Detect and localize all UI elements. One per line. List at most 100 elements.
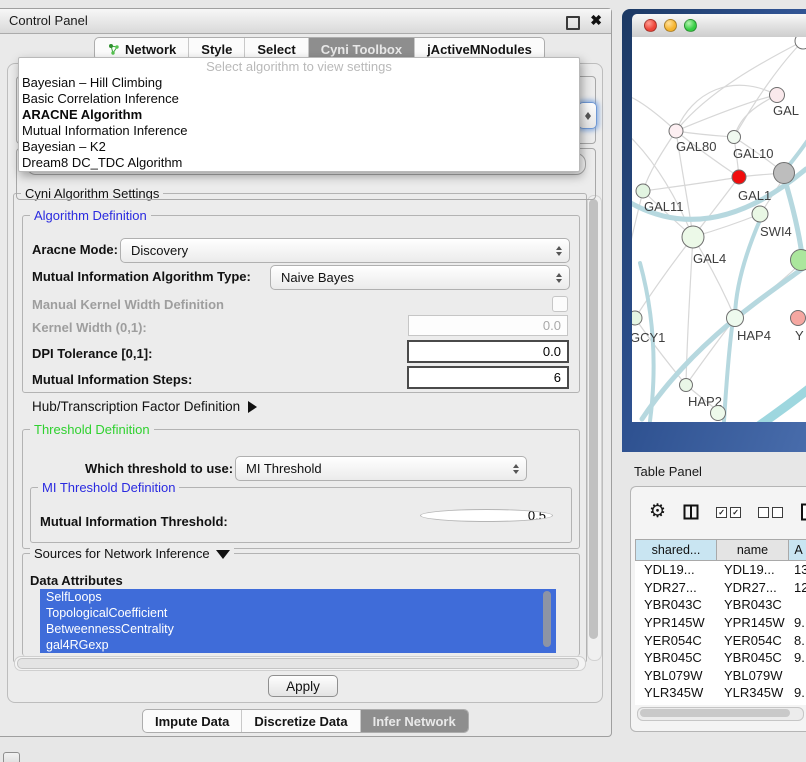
kernel-width-field[interactable]: [408, 315, 568, 336]
table-row[interactable]: YIL052CYIL052C9: [635, 702, 806, 705]
control-panel-title: Control Panel: [9, 13, 88, 28]
settings-vertical-scrollbar[interactable]: [587, 195, 602, 661]
table-row[interactable]: YBL079WYBL079W: [635, 667, 806, 685]
tab-label: Network: [125, 42, 176, 57]
mi-steps-label: Mutual Information Steps:: [32, 372, 192, 387]
table-panel: ⚙ ✓✓ shared... name A YDL19...YDL19...13…: [630, 486, 806, 732]
manual-kernel-width-checkbox[interactable]: [552, 296, 568, 312]
network-node[interactable]: [728, 131, 741, 144]
algorithm-option[interactable]: Dream8 DC_TDC Algorithm: [19, 155, 579, 171]
table-row[interactable]: YBR045CYBR045C9.: [635, 649, 806, 667]
dpi-tolerance-label: DPI Tolerance [0,1]:: [32, 346, 152, 361]
network-node[interactable]: [636, 184, 650, 198]
network-node-label: GCY1: [632, 330, 665, 345]
aracne-mode-label: Aracne Mode:: [32, 242, 118, 257]
network-node[interactable]: [680, 379, 693, 392]
tab-impute-data[interactable]: Impute Data: [143, 710, 242, 732]
split-columns-icon[interactable]: [683, 504, 699, 520]
network-view-window: GALGAL80GAL10GAL1GAL11SWI4GAL4GCY1HAP4YH…: [622, 9, 806, 452]
float-icon[interactable]: [566, 16, 580, 30]
network-node[interactable]: [682, 226, 704, 248]
network-canvas[interactable]: GALGAL80GAL10GAL1GAL11SWI4GAL4GCY1HAP4YH…: [632, 37, 806, 422]
apply-button[interactable]: Apply: [268, 675, 338, 697]
tab-discretize-data[interactable]: Discretize Data: [242, 710, 360, 732]
network-node[interactable]: [669, 124, 683, 138]
column-header-name[interactable]: name: [717, 539, 789, 561]
updown-arrows-icon: [513, 464, 519, 474]
mi-threshold-field[interactable]: [420, 509, 553, 522]
cyni-bottom-tabs: Impute Data Discretize Data Infer Networ…: [142, 709, 469, 733]
network-window-titlebar[interactable]: [632, 14, 806, 38]
tab-infer-network[interactable]: Infer Network: [361, 710, 468, 732]
network-graph: GALGAL80GAL10GAL1GAL11SWI4GAL4GCY1HAP4YH…: [632, 37, 806, 422]
column-header-clipped[interactable]: A: [789, 539, 806, 561]
network-node[interactable]: [791, 311, 806, 326]
network-node[interactable]: [727, 310, 744, 327]
updown-arrows-icon: [556, 273, 562, 283]
table-body: YDL19...YDL19...13YDR27...YDR27...12YBR0…: [635, 561, 806, 705]
attribute-item[interactable]: gal4RGexp: [40, 637, 556, 653]
algorithm-option[interactable]: Bayesian – Hill Climbing: [19, 75, 579, 91]
table-row[interactable]: YBR043CYBR043C: [635, 596, 806, 614]
minimized-panel-icon[interactable]: [3, 752, 20, 762]
mi-algorithm-type-label: Mutual Information Algorithm Type:: [32, 269, 251, 284]
network-node[interactable]: [774, 163, 795, 184]
attribute-item[interactable]: SelfLoops: [40, 589, 556, 605]
group-title: MI Threshold Definition: [38, 480, 179, 495]
table-row[interactable]: YLR345WYLR345W9.: [635, 684, 806, 702]
which-threshold-select[interactable]: MI Threshold: [235, 456, 527, 481]
gear-icon[interactable]: ⚙: [649, 502, 666, 522]
table-row[interactable]: YER054CYER054C8.: [635, 631, 806, 649]
network-node[interactable]: [752, 206, 768, 222]
close-icon[interactable]: ✖: [590, 12, 602, 29]
attribute-item[interactable]: BetweennessCentrality: [40, 621, 556, 637]
network-node[interactable]: [791, 250, 806, 271]
expanded-arrow-icon: [216, 550, 230, 559]
list-scrollbar-thumb[interactable]: [543, 591, 551, 647]
chevron-down-icon: [585, 116, 591, 120]
control-panel: Control Panel ✖ Network Style Select Cyn…: [0, 8, 612, 737]
scrollbar-thumb[interactable]: [17, 658, 579, 669]
aracne-mode-select[interactable]: Discovery: [120, 238, 570, 263]
network-node-label: GAL11: [644, 199, 684, 214]
control-panel-titlebar: Control Panel ✖: [0, 9, 611, 34]
group-title: Algorithm Definition: [30, 208, 151, 223]
scrollbar-thumb[interactable]: [640, 709, 790, 717]
table-row[interactable]: YDR27...YDR27...12: [635, 579, 806, 597]
mi-algorithm-type-select[interactable]: Naive Bayes: [270, 265, 570, 290]
algorithm-option[interactable]: Bayesian – K2: [19, 139, 579, 155]
close-traffic-light[interactable]: [644, 19, 657, 32]
table-row[interactable]: YDL19...YDL19...13: [635, 561, 806, 579]
network-node[interactable]: [711, 406, 726, 421]
new-column-icon[interactable]: [800, 503, 806, 521]
network-node[interactable]: [732, 170, 746, 184]
algorithm-option[interactable]: Basic Correlation Inference: [19, 91, 579, 107]
algorithm-option[interactable]: Mutual Information Inference: [19, 123, 579, 139]
scrollbar-thumb[interactable]: [589, 199, 598, 639]
group-title: Threshold Definition: [30, 422, 154, 437]
data-attributes-label: Data Attributes: [30, 573, 123, 588]
network-node-label: GAL1: [738, 188, 771, 203]
network-icon: [107, 43, 120, 56]
select-all-columns-icon[interactable]: ✓✓: [716, 507, 741, 518]
algorithm-option[interactable]: ARACNE Algorithm: [19, 107, 579, 123]
deselect-all-columns-icon[interactable]: [758, 507, 783, 518]
attribute-item[interactable]: TopologicalCoefficient: [40, 605, 556, 621]
settings-horizontal-scrollbar[interactable]: [14, 656, 586, 671]
table-horizontal-scrollbar[interactable]: [637, 707, 804, 721]
column-header-shared-name[interactable]: shared...: [635, 539, 717, 561]
zoom-traffic-light[interactable]: [684, 19, 697, 32]
table-row[interactable]: YPR145WYPR145W9.: [635, 614, 806, 632]
which-threshold-label: Which threshold to use:: [85, 461, 233, 476]
network-node[interactable]: [770, 88, 785, 103]
network-node[interactable]: [632, 311, 642, 325]
algorithm-combobox-button[interactable]: [578, 102, 597, 129]
network-node-label: GAL4: [693, 251, 726, 266]
mi-steps-field[interactable]: [407, 366, 569, 389]
updown-arrows-icon: [556, 246, 562, 256]
table-header-row: shared... name A: [635, 539, 806, 561]
hub-definition-toggle[interactable]: Hub/Transcription Factor Definition: [32, 399, 257, 414]
dpi-tolerance-field[interactable]: [407, 340, 569, 363]
data-attributes-list[interactable]: SelfLoopsTopologicalCoefficientBetweenne…: [40, 589, 556, 653]
minimize-traffic-light[interactable]: [664, 19, 677, 32]
